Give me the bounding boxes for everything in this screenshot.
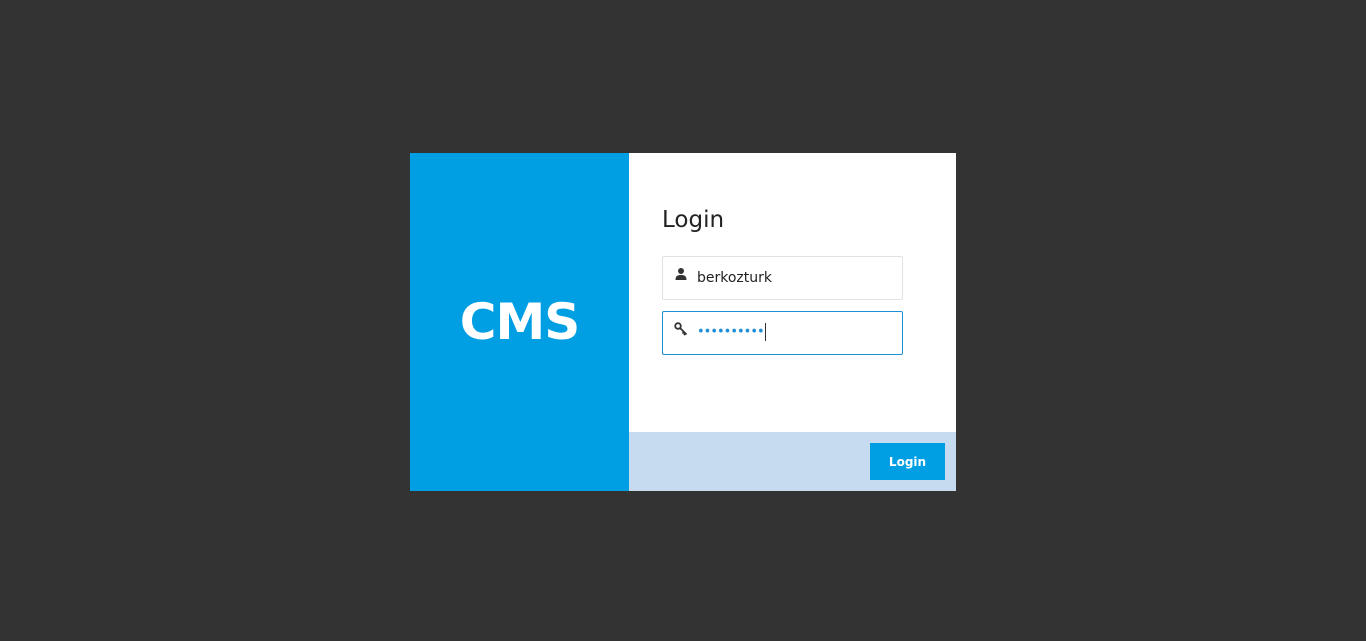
login-card: CMS Login berkozturk •••••••••• Login [410,153,956,491]
password-field[interactable]: •••••••••• [662,311,903,355]
key-icon [674,322,688,336]
password-value[interactable]: •••••••••• [697,323,766,341]
form-footer: Login [629,432,956,491]
password-mask: •••••••••• [697,324,765,340]
username-value[interactable]: berkozturk [697,270,772,286]
login-title: Login [662,207,725,233]
username-field[interactable]: berkozturk [662,256,903,300]
login-button[interactable]: Login [870,443,945,480]
login-form-panel: Login berkozturk •••••••••• Login [629,153,956,491]
brand-panel: CMS [410,153,629,491]
brand-logo: CMS [459,293,580,351]
text-caret [764,323,766,341]
user-icon [675,268,687,280]
